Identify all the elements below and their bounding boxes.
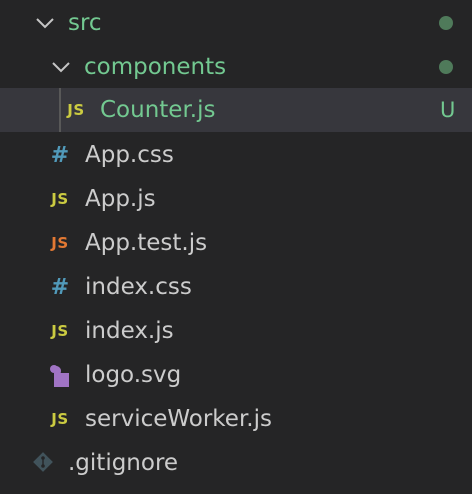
file-label: Counter.js: [100, 97, 216, 123]
file-label: logo.svg: [85, 362, 182, 388]
file-row-app-test-js[interactable]: JS App.test.js: [0, 221, 472, 265]
js-icon: JS: [51, 410, 69, 428]
indent-guide: [59, 88, 61, 132]
file-row-index-css[interactable]: # index.css: [0, 265, 472, 309]
file-label: index.css: [85, 274, 192, 300]
file-label: App.css: [85, 142, 174, 168]
file-row-logo-svg[interactable]: logo.svg: [0, 353, 472, 397]
modified-dot-indicator: [439, 60, 453, 74]
modified-dot-indicator: [439, 16, 453, 30]
file-label: App.test.js: [85, 230, 208, 256]
file-label: .gitignore: [68, 450, 179, 476]
chevron-down-icon[interactable]: [34, 13, 56, 33]
file-row-index-js[interactable]: JS index.js: [0, 309, 472, 353]
file-row-gitignore[interactable]: .gitignore: [0, 441, 472, 485]
css-icon: #: [50, 274, 70, 300]
folder-label: src: [68, 10, 102, 36]
untracked-status-badge: U: [440, 98, 456, 122]
folder-label: components: [84, 54, 227, 80]
svg-icon: [50, 365, 69, 387]
folder-row-components[interactable]: components: [0, 45, 472, 89]
file-label: index.js: [85, 318, 174, 344]
css-icon: #: [50, 142, 70, 168]
file-label: App.js: [85, 186, 156, 212]
file-label: serviceWorker.js: [85, 406, 272, 432]
test-js-icon: JS: [51, 234, 69, 252]
file-row-counter-js[interactable]: JS Counter.js U: [0, 88, 472, 132]
file-explorer-tree: src components JS Counter.js U # App.css…: [0, 0, 472, 494]
folder-row-src[interactable]: src: [0, 1, 472, 45]
file-row-serviceworker-js[interactable]: JS serviceWorker.js: [0, 397, 472, 441]
js-icon: JS: [67, 101, 85, 119]
js-icon: JS: [51, 322, 69, 340]
file-row-app-js[interactable]: JS App.js: [0, 177, 472, 221]
js-icon: JS: [51, 190, 69, 208]
chevron-down-icon[interactable]: [50, 57, 72, 77]
git-icon: [33, 452, 53, 472]
file-row-app-css[interactable]: # App.css: [0, 133, 472, 177]
